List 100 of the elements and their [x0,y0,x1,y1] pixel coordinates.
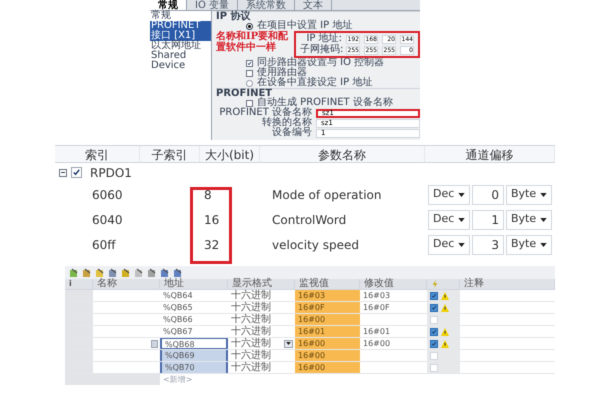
table-cell-text: 6040 [91,212,124,228]
address-cell[interactable]: %QB67 [160,326,228,337]
unit-dropdown[interactable]: Byte [506,234,552,254]
checkbox[interactable] [430,328,438,336]
field-label: PROFINET 设备名称 [218,108,312,118]
comment-cell[interactable] [460,290,555,301]
dropdown-arrow-icon [540,192,547,196]
table-cell-text: Mode of operation [271,186,383,204]
table-cell-text: velocity speed [271,236,360,254]
field-label: 设备编号 [271,128,312,138]
comment-cell[interactable] [460,350,555,361]
radio-label: 在设备中直接设定 IP 地址 [257,78,372,88]
monitor-value-cell: 16#00 [295,314,360,325]
table-cell: 十六进制 [231,350,271,361]
table-cell-text: 6060 [91,186,124,204]
table-cell: 十六进制 [231,314,271,325]
checkbox[interactable] [246,100,253,106]
checkbox[interactable] [246,70,253,76]
monitor-value-cell: 16#00 [295,362,360,373]
section-title: IP 协议 [216,12,251,22]
section-title: PROFINET [216,88,272,98]
address-cell[interactable]: %QB66 [160,314,228,325]
monitor-value-cell: 16#01 [295,326,360,337]
checkbox[interactable] [430,292,438,300]
address-cell[interactable]: %QB70 [160,362,228,373]
modify-value-cell[interactable] [360,314,427,325]
unit-dropdown[interactable]: Byte [506,184,552,204]
name-cell [93,314,160,325]
column-header: 大小(bit) [200,146,260,162]
dropdown-button[interactable] [284,340,293,348]
offset-field[interactable]: 3 [472,234,504,254]
checkbox[interactable] [246,60,253,66]
column-header: 子索引 [140,146,200,162]
comment-cell[interactable] [460,362,555,373]
format-dropdown[interactable]: Dec [428,234,470,254]
table-cell: 十六进制 [231,326,271,337]
address-cell[interactable]: %QB64 [160,290,228,301]
name-cell [93,302,160,313]
address-label: 子网掩码: [300,45,342,55]
sidebar-item[interactable]: Shared Device [150,51,211,71]
comment-cell[interactable] [460,326,555,337]
name-cell [93,362,160,373]
column-header: 修改值 [360,279,427,289]
address-cell[interactable]: %QB65 [160,302,228,313]
checkbox-label: 自动生成 PROFINET 设备名称 [257,98,393,108]
column-header: 通道偏移 [425,146,555,162]
table-cell: 十六进制 [231,338,271,349]
table-cell-text: 60ff [91,236,117,254]
dropdown-arrow-icon [540,242,547,246]
checkbox[interactable] [71,167,82,178]
comment-cell[interactable] [460,302,555,313]
column-header: 监视值 [295,279,360,289]
unit-dropdown[interactable]: Byte [506,210,552,230]
sidebar-item[interactable]: 常规 [150,11,211,21]
sidebar-item[interactable]: PROFINET接口 [X1] [150,21,211,41]
modify-value-cell[interactable] [360,362,427,373]
modify-value-cell[interactable] [360,350,427,361]
checkbox[interactable] [430,340,438,348]
modify-value-cell[interactable]: 16#00 [360,338,427,349]
format-dropdown[interactable]: Dec [428,184,470,204]
offset-field[interactable]: 1 [472,210,504,230]
comment-cell[interactable] [460,338,555,349]
table-cell: 十六进制 [231,362,271,373]
field-label: 转换的名称 [261,118,312,128]
table-cell-text: 8 [203,186,213,204]
table-cell: 十六进制 [231,302,271,313]
modify-value-cell[interactable]: 16#01 [360,326,427,337]
dropdown-arrow-icon [458,242,465,246]
column-header: 显示格式 [228,279,295,289]
modify-value-cell[interactable]: 16#03 [360,290,427,301]
table-cell: 十六进制 [231,290,271,301]
table-cell-text: ControlWord [271,212,348,228]
column-header: 地址 [160,279,228,289]
column-header: 参数名称 [260,146,425,162]
row-handle-icon[interactable] [151,340,158,348]
modify-value-cell[interactable]: 16#0F [360,302,427,313]
address-label: IP 地址: [305,34,342,44]
radio-button[interactable] [246,80,253,86]
sidebar-item[interactable]: 以太网地址 [150,41,211,51]
checkbox[interactable] [430,304,438,312]
offset-field[interactable]: 0 [472,184,504,204]
dropdown-arrow-icon [540,218,547,222]
table-cell-text: 32 [203,236,220,254]
column-header: i [65,279,93,289]
address-cell[interactable]: %QB69 [160,350,228,361]
monitor-value-cell: 16#03 [295,290,360,301]
radio-button[interactable] [246,22,253,30]
comment-cell[interactable] [460,314,555,325]
annotation-text: 名称和IP要和配置软件中一样 [216,31,290,53]
group-label: RPDO1 [90,164,132,182]
monitor-value-cell: 16#00 [295,338,360,349]
address-cell[interactable]: %QB68 [160,338,228,349]
dropdown-arrow-icon [458,192,465,196]
format-dropdown[interactable]: Dec [428,210,470,230]
collapse-icon[interactable] [59,168,67,176]
column-header: 注释 [460,279,555,289]
column-header: 索引 [55,146,140,162]
monitor-value-cell: 16#00 [295,350,360,361]
table-cell-text: 16 [203,212,220,228]
checkbox-label: 使用路由器 [257,68,307,78]
